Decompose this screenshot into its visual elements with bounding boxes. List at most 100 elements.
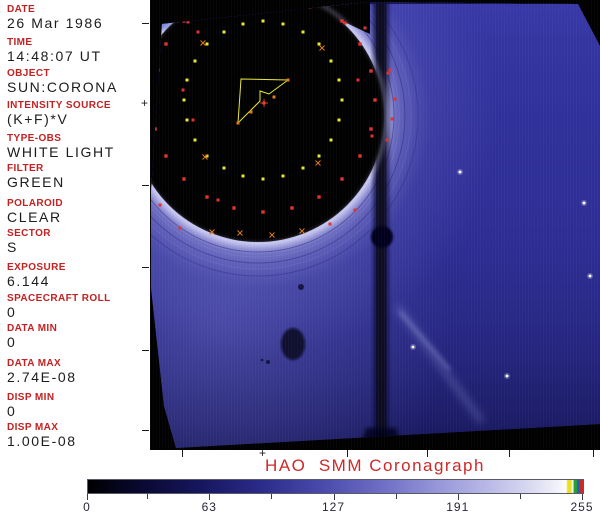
field-label: DISP MIN	[7, 392, 55, 403]
metadata-field: DATA MIN 0	[7, 323, 57, 350]
fiducial-dot-red	[216, 198, 220, 202]
fiducial-dot-red	[328, 222, 332, 226]
field-value: S	[7, 239, 18, 255]
coronagraph-display	[150, 0, 600, 450]
fiducial-dot-red	[261, 210, 265, 214]
fiducial-dot-red	[205, 2, 209, 5]
fiducial-dot-red	[205, 195, 209, 199]
colorbar-minor-tick	[271, 494, 273, 499]
field-label: DISP MAX	[7, 422, 59, 433]
fiducial-dot-yellow	[261, 19, 265, 23]
colorbar-gradient	[87, 479, 584, 494]
field-value: 6.144	[7, 273, 51, 289]
fiducial-dot-red	[182, 19, 186, 23]
field-value: (K+F)*V	[7, 111, 69, 127]
fiducial-dot-red	[317, 195, 321, 199]
field-value: 0	[7, 403, 17, 419]
star	[458, 170, 462, 174]
field-label: DATE	[7, 4, 36, 15]
field-label: SPACECRAFT ROLL	[7, 293, 111, 304]
fiducial-dot-red	[156, 68, 160, 72]
metadata-field: DISP MAX 1.00E-08	[7, 422, 77, 449]
metadata-field: POLAROID CLEAR	[7, 198, 63, 225]
colorbar-tick-label: 63	[201, 500, 217, 512]
field-value: WHITE LIGHT	[7, 144, 115, 160]
fiducial-dot-red	[178, 226, 182, 230]
metadata-sidebar: DATE 26 Mar 1986 TIME 14:48:07 UT OBJECT SUN:…	[0, 0, 150, 455]
axis-tick	[142, 267, 149, 268]
field-value: 26 Mar 1986	[7, 15, 104, 31]
metadata-field: TIME 14:48:07 UT	[7, 37, 102, 64]
fiducial-dot-yellow	[317, 42, 321, 46]
fiducial-dot-red	[358, 154, 362, 158]
fiducial-dot-red	[388, 68, 392, 72]
axis-tick	[142, 185, 149, 186]
fiducial-dot-red	[210, 8, 214, 12]
field-label: POLAROID	[7, 198, 63, 209]
fiducial-dot-red	[196, 30, 200, 34]
field-label: FILTER	[7, 163, 44, 174]
field-value: CLEAR	[7, 209, 62, 225]
image-caption: HAO SMM Coronagraph	[265, 456, 485, 475]
fiducial-dot-yellow	[241, 22, 245, 26]
star	[582, 201, 586, 205]
fiducial-dot-yellow	[241, 174, 245, 178]
metadata-field: DISP MIN 0	[7, 392, 54, 419]
fiducial-dot-yellow	[317, 154, 321, 158]
fiducial-dot-yellow	[281, 174, 285, 178]
fiducial-dot-red	[343, 21, 347, 25]
fiducial-dot-red	[340, 177, 344, 181]
field-value: GREEN	[7, 174, 65, 190]
polygon-vertex-dot	[249, 110, 253, 114]
fiducial-dot-red	[317, 2, 321, 5]
metadata-field: DATE 26 Mar 1986	[7, 4, 103, 31]
field-label: TYPE-OBS	[7, 133, 62, 144]
fiducial-dot-yellow	[205, 42, 209, 46]
fiducial-dot-yellow	[193, 138, 197, 142]
colorbar-minor-tick	[395, 494, 397, 499]
metadata-field: SECTOR S	[7, 228, 51, 255]
fiducial-dot-yellow	[281, 22, 285, 26]
colorbar-tick-label: 0	[83, 500, 91, 512]
fiducial-dot-red	[153, 127, 157, 131]
metadata-field: FILTER GREEN	[7, 163, 65, 190]
metadata-field: DATA MAX 2.74E-08	[7, 358, 77, 385]
fiducial-dot-red	[181, 88, 185, 92]
field-label: SECTOR	[7, 228, 51, 239]
fiducial-dot-red	[353, 208, 357, 212]
fiducial-dot-yellow	[185, 118, 189, 122]
colorbar-minor-tick	[147, 494, 149, 499]
fiducial-cross	[155, 21, 161, 27]
axis-tick	[142, 23, 149, 24]
metadata-field: OBJECT SUN:CORONA	[7, 68, 118, 95]
fiducial-dot-yellow	[222, 30, 226, 34]
fiducial-dot-red	[153, 69, 157, 73]
colorbar-tick-label: 255	[570, 500, 594, 512]
field-label: DATA MAX	[7, 358, 62, 369]
fiducial-dot-yellow	[329, 59, 333, 63]
fiducial-dot-yellow	[261, 177, 265, 181]
fiducial-dot-yellow	[329, 138, 333, 142]
fiducial-dot-red	[340, 19, 344, 23]
fiducial-dot-red	[358, 42, 362, 46]
fiducial-dot-red	[385, 138, 389, 142]
fiducial-dot-red	[363, 26, 367, 30]
coronagraph-image	[151, 2, 600, 448]
metadata-field: INTENSITY SOURCE (K+F)*V	[7, 100, 111, 127]
fiducial-dot-yellow	[301, 30, 305, 34]
fiducial-dot-yellow	[337, 118, 341, 122]
axis-tick	[142, 350, 149, 351]
fiducial-dot-red	[248, 7, 252, 11]
fiducial-dot-red	[151, 98, 153, 102]
pylon-knob	[371, 226, 393, 248]
fiducial-dot-red	[373, 98, 377, 102]
fiducial-dot-red	[173, 8, 177, 12]
star	[588, 274, 592, 278]
polygon-vertex-dot	[272, 95, 276, 99]
fiducial-dot-red	[370, 134, 374, 138]
fiducial-dot-red	[290, 206, 294, 210]
fiducial-dot-red	[386, 71, 390, 75]
fiducial-dot-red	[356, 78, 360, 82]
fiducial-dot-red	[164, 154, 168, 158]
polygon-vertex-dot	[236, 121, 240, 125]
